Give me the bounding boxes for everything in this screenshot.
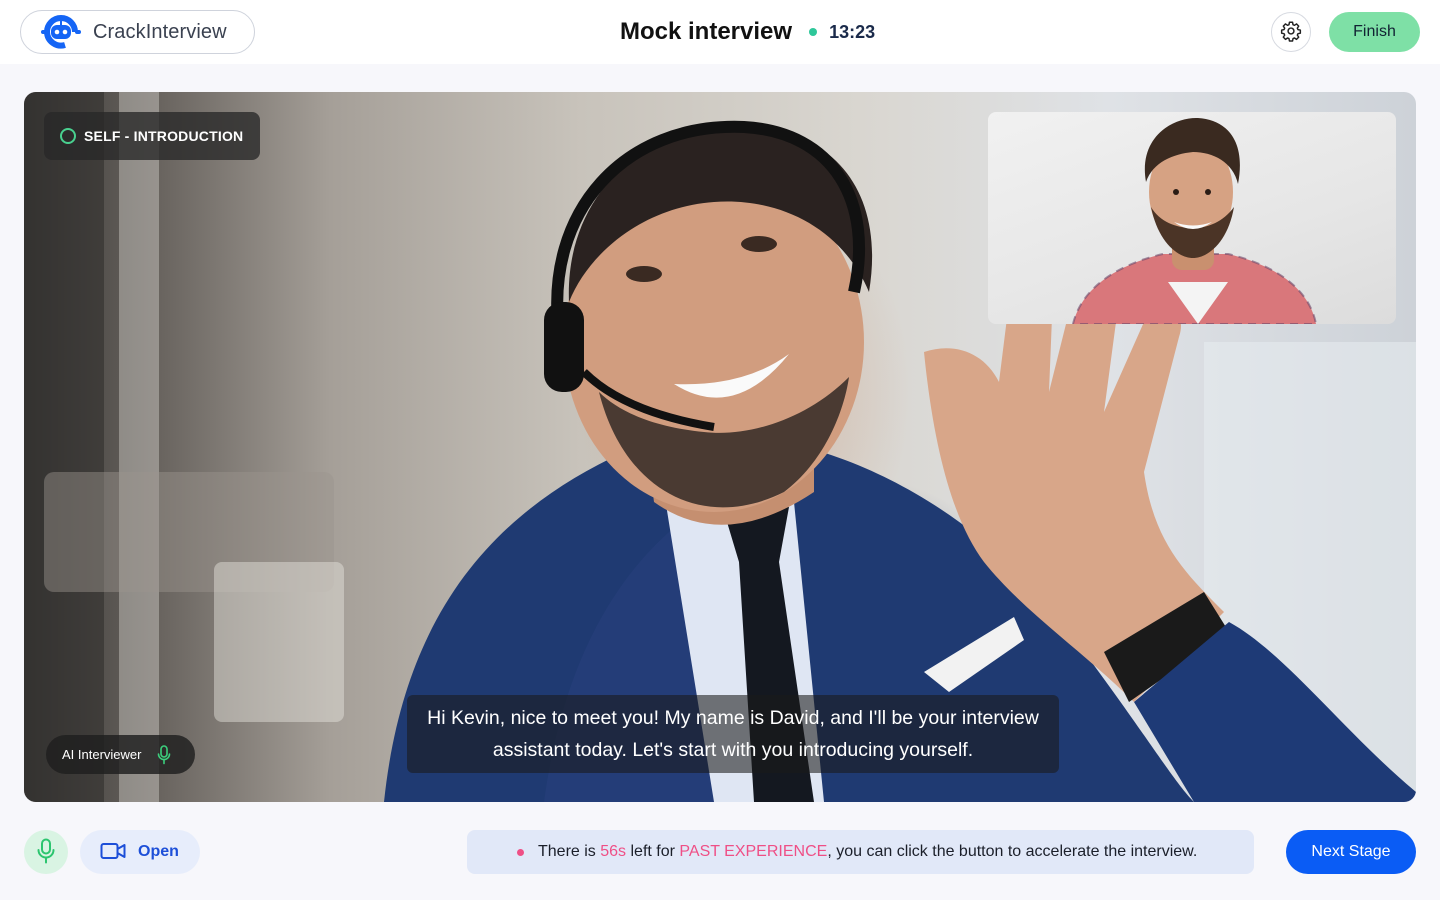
stage-time-notice: There is 56s left for PAST EXPERIENCE, y…: [467, 830, 1254, 874]
dot-icon: [517, 849, 524, 856]
video-camera-icon: [100, 842, 126, 863]
microphone-icon: [37, 838, 55, 867]
camera-toggle-label: Open: [138, 843, 179, 860]
live-caption: Hi Kevin, nice to meet you! My name is D…: [407, 695, 1059, 773]
brand-name: CrackInterview: [93, 20, 227, 43]
self-video-preview[interactable]: [988, 112, 1396, 324]
notice-text: There is 56s left for PAST EXPERIENCE, y…: [538, 843, 1197, 861]
notice-suffix: , you can click the button to accelerate…: [827, 843, 1198, 860]
current-stage-label: SELF - INTRODUCTION: [84, 128, 244, 144]
next-stage-name: PAST EXPERIENCE: [679, 843, 828, 860]
top-bar: CrackInterview Mock interview 13:23 Fini…: [0, 0, 1440, 64]
camera-toggle-button[interactable]: Open: [80, 830, 200, 874]
ring-icon: [60, 128, 76, 144]
next-stage-button[interactable]: Next Stage: [1286, 830, 1416, 874]
page-title: Mock interview: [620, 18, 793, 45]
live-dot-icon: [809, 28, 818, 36]
mic-toggle-button[interactable]: [24, 830, 68, 874]
session-timer: 13:23: [829, 21, 876, 42]
robot-logo-icon: [39, 14, 83, 50]
notice-middle: left for: [626, 843, 680, 860]
brand-logo-link[interactable]: CrackInterview: [20, 10, 255, 54]
session-header: Mock interview 13:23: [620, 16, 875, 48]
remaining-seconds: 56s: [600, 843, 627, 860]
gear-icon: [1280, 20, 1302, 45]
settings-button[interactable]: [1271, 12, 1311, 52]
notice-prefix: There is: [538, 843, 601, 860]
speaker-tag: AI Interviewer: [46, 735, 195, 774]
interviewer-video: SELF - INTRODUCTION AI Interviewer Hi Ke…: [24, 92, 1416, 802]
interview-stage-badge: SELF - INTRODUCTION: [44, 112, 260, 160]
microphone-icon: [157, 744, 171, 765]
finish-button[interactable]: Finish: [1329, 12, 1420, 52]
self-video-feed: [1071, 117, 1318, 324]
speaker-name: AI Interviewer: [62, 747, 142, 762]
